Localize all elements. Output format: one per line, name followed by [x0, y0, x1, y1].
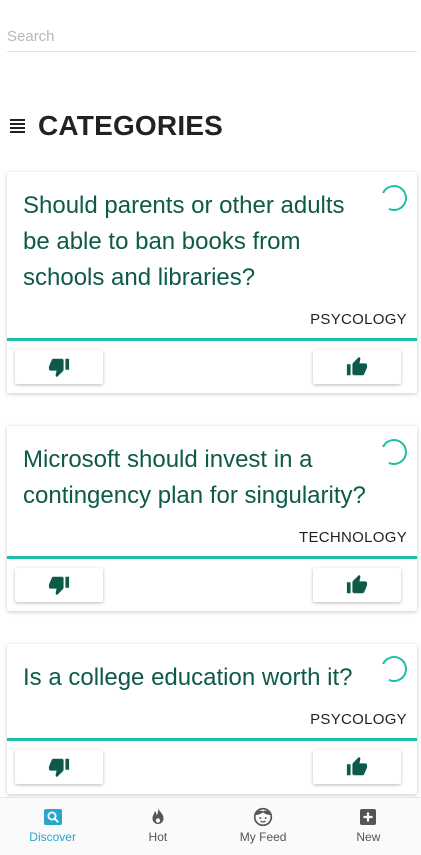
question-card[interactable]: Microsoft should invest in a contingency… — [7, 426, 417, 611]
thumbs-down-icon — [48, 758, 70, 778]
loading-spinner-icon — [377, 435, 411, 469]
loading-spinner-icon — [377, 181, 411, 215]
category-tag: PSYCOLOGY — [310, 711, 407, 728]
search-bar — [7, 22, 417, 52]
thumbs-down-icon — [48, 576, 70, 596]
thumbs-up-button[interactable] — [313, 750, 401, 784]
category-tag: PSYCOLOGY — [310, 311, 407, 328]
tab-new[interactable]: New — [316, 798, 421, 855]
tab-label: My Feed — [239, 830, 287, 844]
tab-label: New — [356, 830, 381, 844]
thumbs-up-icon — [346, 356, 368, 376]
tab-discover[interactable]: Discover — [0, 798, 105, 855]
question-text: Should parents or other adults be able t… — [23, 192, 345, 291]
thumbs-down-button[interactable] — [15, 568, 103, 602]
accent-bar — [7, 738, 417, 741]
thumbs-up-button[interactable] — [313, 568, 401, 602]
question-card[interactable]: Is a college education worth it? PSYCOLO… — [7, 644, 417, 794]
page-title: CATEGORIES — [38, 110, 224, 141]
tab-label: Hot — [148, 830, 168, 844]
question-text: Microsoft should invest in a contingency… — [23, 446, 366, 509]
accent-bar — [7, 338, 417, 341]
search-icon — [43, 809, 62, 825]
bottom-tab-bar: Discover Hot My Feed New — [0, 797, 421, 855]
thumbs-up-icon — [346, 574, 368, 594]
flame-icon — [152, 808, 164, 824]
thumbs-down-button[interactable] — [15, 750, 103, 784]
thumbs-down-button[interactable] — [15, 350, 103, 384]
plus-square-icon — [360, 809, 377, 825]
tab-hot[interactable]: Hot — [105, 798, 210, 855]
thumbs-up-button[interactable] — [313, 350, 401, 384]
accent-bar — [7, 556, 417, 559]
tab-label: Discover — [29, 830, 76, 844]
categories-header: CATEGORIES — [10, 108, 223, 144]
question-card[interactable]: Should parents or other adults be able t… — [7, 172, 417, 393]
search-input[interactable] — [7, 22, 417, 50]
loading-spinner-icon — [377, 652, 411, 686]
thumbs-up-icon — [346, 756, 368, 776]
question-text: Is a college education worth it? — [23, 664, 353, 691]
tab-my-feed[interactable]: My Feed — [211, 798, 316, 855]
thumbs-down-icon — [48, 358, 70, 378]
category-tag: TECHNOLOGY — [298, 529, 407, 546]
hamburger-menu-icon[interactable] — [10, 119, 25, 133]
face-icon — [253, 807, 273, 827]
